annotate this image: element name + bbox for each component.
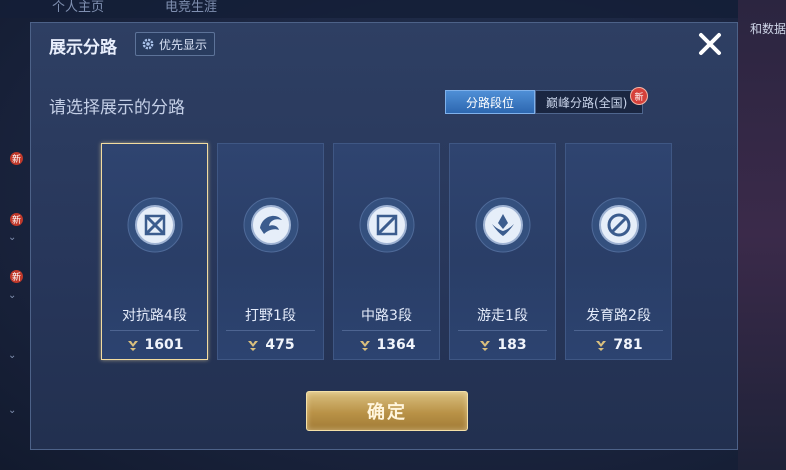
rank-points-icon	[596, 341, 607, 351]
rank-points-icon	[359, 341, 370, 351]
new-badge: 新	[630, 87, 648, 105]
clash-lane-icon	[127, 197, 182, 253]
background-tab: 电竞生涯	[165, 0, 218, 15]
lane-card-jungle[interactable]: 打野1段 475	[217, 143, 324, 360]
tab-lane-rank[interactable]: 分路段位	[445, 90, 535, 114]
roam-icon	[475, 197, 530, 253]
score-row: 475	[218, 337, 323, 353]
background-tab: 个人主页	[52, 0, 105, 15]
gear-icon	[142, 38, 154, 50]
divider	[110, 330, 199, 331]
lane-card-farm[interactable]: 发育路2段 781	[565, 143, 672, 360]
dialog-title: 展示分路	[49, 38, 117, 58]
background-right-text: 和数据	[749, 22, 786, 36]
lane-name: 发育路2段	[586, 308, 651, 324]
select-lane-subtitle: 请选择展示的分路	[49, 98, 185, 118]
lane-card-roam[interactable]: 游走1段 183	[449, 143, 556, 360]
confirm-button[interactable]: 确定	[306, 391, 468, 431]
background-right-panel	[738, 0, 786, 470]
divider	[574, 330, 663, 331]
lane-name: 对抗路4段	[122, 308, 187, 324]
lane-mode-toggle: 分路段位 巅峰分路(全国) 新	[445, 87, 648, 116]
new-badge: 新	[10, 213, 23, 226]
chevron-down-icon: ⌄	[8, 350, 17, 361]
farm-lane-icon	[591, 197, 646, 253]
close-button[interactable]	[695, 29, 725, 59]
score-row: 1364	[334, 337, 439, 353]
lane-card-clash[interactable]: 对抗路4段 1601	[101, 143, 208, 360]
lane-display-dialog: 展示分路 优先显示 请选择展示的分路 分路段位 巅峰分路(全国) 新 对抗路4段…	[30, 22, 738, 450]
background-top-bar: 个人主页 电竞生涯	[0, 0, 786, 18]
lane-score: 183	[497, 337, 527, 353]
lane-name: 打野1段	[245, 308, 296, 324]
lane-score: 781	[613, 337, 643, 353]
score-row: 781	[566, 337, 671, 353]
lane-score: 1364	[376, 337, 416, 353]
divider	[458, 330, 547, 331]
mid-lane-icon	[359, 197, 414, 253]
new-badge: 新	[10, 152, 23, 165]
priority-display-button[interactable]: 优先显示	[135, 32, 216, 56]
rank-points-icon	[480, 341, 491, 351]
close-icon	[699, 33, 721, 55]
jungle-icon	[243, 197, 298, 253]
tab-peak-lane-label: 巅峰分路(全国)	[546, 95, 628, 110]
lane-card-list: 对抗路4段 1601 打野1段 475 中路3段 1364 游走1段 183 发…	[101, 143, 672, 360]
divider	[342, 330, 431, 331]
lane-name: 中路3段	[361, 308, 412, 324]
chevron-down-icon: ⌄	[8, 232, 17, 243]
tab-peak-lane[interactable]: 巅峰分路(全国) 新	[535, 87, 648, 114]
rank-points-icon	[248, 341, 259, 351]
chevron-down-icon: ⌄	[8, 290, 17, 301]
new-badge: 新	[10, 270, 23, 283]
score-row: 1601	[102, 337, 207, 353]
score-row: 183	[450, 337, 555, 353]
rank-points-icon	[127, 341, 138, 351]
lane-card-mid[interactable]: 中路3段 1364	[333, 143, 440, 360]
lane-name: 游走1段	[477, 308, 528, 324]
chevron-down-icon: ⌄	[8, 405, 17, 416]
lane-score: 1601	[144, 337, 184, 353]
divider	[226, 330, 315, 331]
lane-score: 475	[265, 337, 295, 353]
priority-display-label: 优先显示	[159, 37, 208, 52]
